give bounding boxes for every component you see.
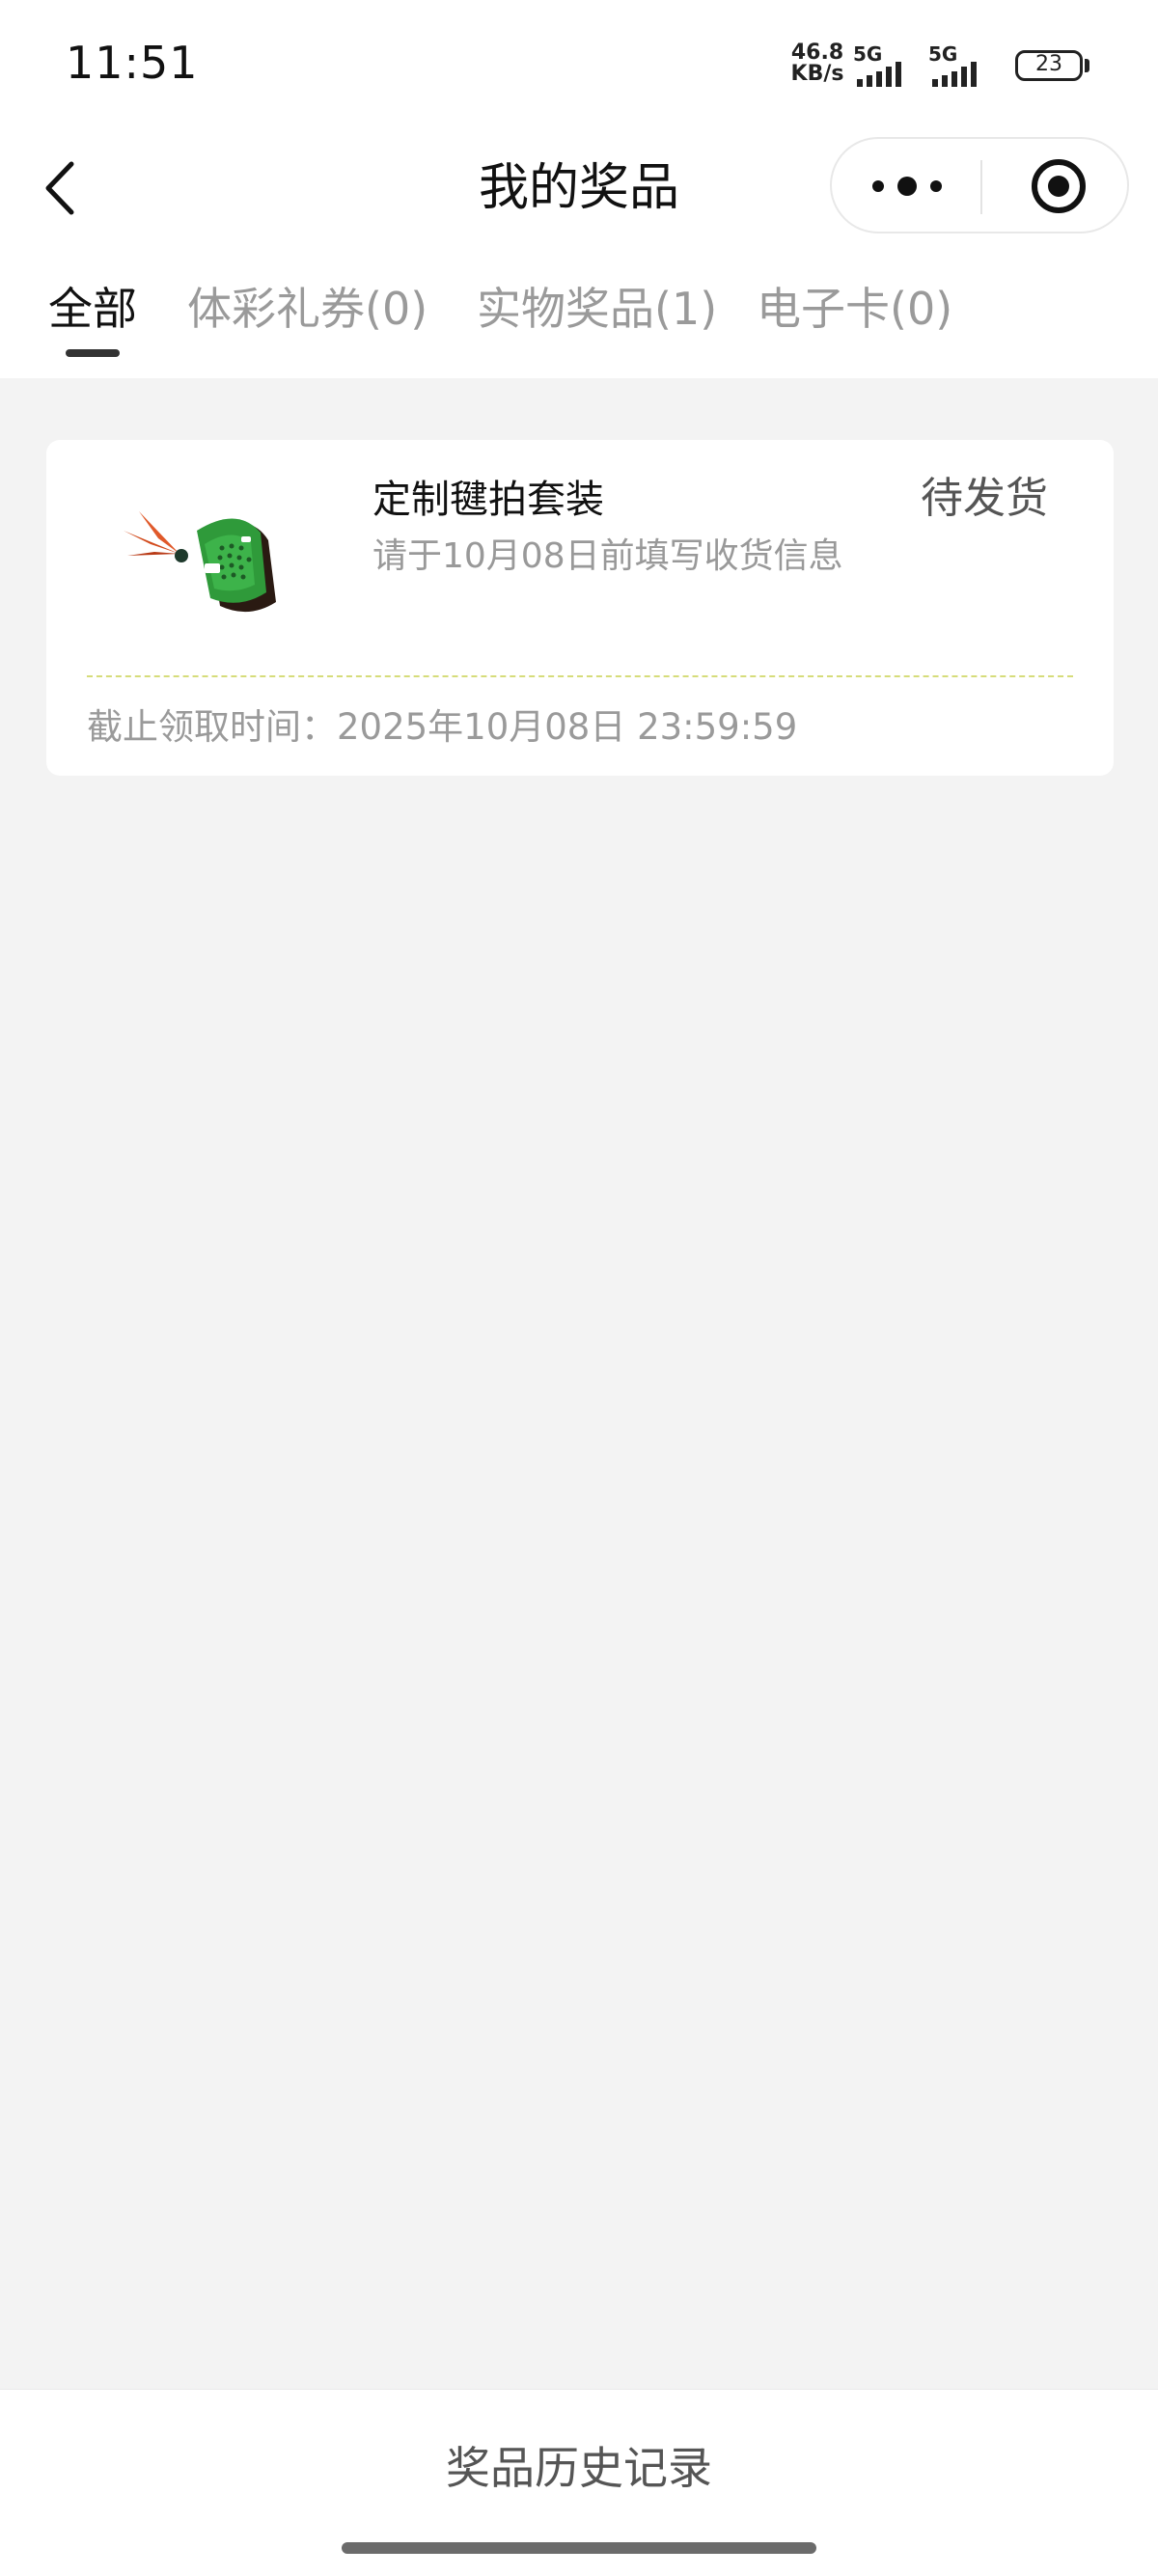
tab-all[interactable]: 全部 — [48, 280, 137, 338]
prize-history-button[interactable]: 奖品历史记录 — [0, 2425, 1158, 2511]
capsule-divider — [980, 160, 982, 214]
my-prizes-page: 11:51 46.8 KB/s 5G 5G 23 我的奖品 全部 体彩礼券(0)… — [0, 0, 1158, 2576]
mini-program-capsule — [830, 137, 1129, 233]
battery-icon: 23 — [1015, 50, 1083, 81]
close-mini-program-button[interactable] — [1006, 152, 1112, 220]
signal-icon-sim1: 5G — [853, 42, 924, 87]
prize-name: 定制毽拍套装 — [372, 478, 604, 522]
prize-deadline: 截止领取时间：2025年10月08日 23:59:59 — [87, 702, 797, 753]
tab-physical-prizes[interactable]: 实物奖品(1) — [477, 280, 717, 338]
network-speed: 46.8 KB/s — [784, 42, 851, 85]
tab-lottery-vouchers[interactable]: 体彩礼券(0) — [187, 280, 427, 338]
nav-bar: 我的奖品 — [0, 135, 1158, 260]
network-speed-unit: KB/s — [790, 62, 844, 86]
card-divider — [87, 675, 1073, 677]
status-bar: 11:51 46.8 KB/s 5G 5G 23 — [0, 0, 1158, 135]
deadline-value: 2025年10月08日 23:59:59 — [337, 706, 798, 748]
battery-level: 23 — [1035, 52, 1062, 76]
bottom-bar: 奖品历史记录 — [0, 2389, 1158, 2576]
prize-status-badge: 待发货 — [921, 474, 1048, 523]
home-indicator[interactable] — [342, 2542, 816, 2554]
prize-tabs: 全部 体彩礼券(0) 实物奖品(1) 电子卡(0) — [0, 260, 1158, 378]
tab-e-cards[interactable]: 电子卡(0) — [757, 280, 952, 338]
prize-card[interactable]: 定制毽拍套装 请于10月08日前填写收货信息 待发货 截止领取时间：2025年1… — [46, 440, 1114, 776]
prize-hint: 请于10月08日前填写收货信息 — [372, 536, 843, 576]
more-dots-icon — [872, 177, 942, 196]
signal-icon-sim2: 5G — [928, 42, 1000, 87]
target-circle-icon — [1032, 159, 1086, 213]
deadline-label: 截止领取时间： — [87, 706, 337, 748]
network-speed-value: 46.8 — [790, 41, 844, 65]
status-time: 11:51 — [66, 37, 199, 89]
active-tab-indicator — [66, 349, 120, 357]
battery-tip — [1085, 59, 1089, 72]
more-button[interactable] — [849, 152, 965, 220]
prize-image — [124, 511, 276, 613]
